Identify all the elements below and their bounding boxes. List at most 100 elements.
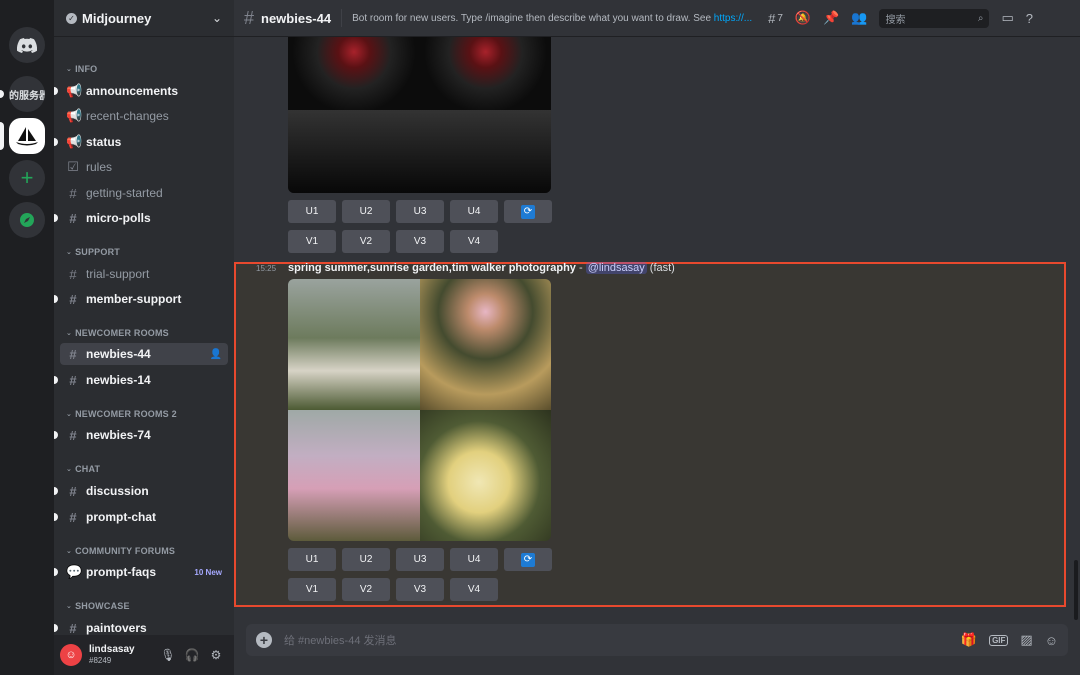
category-info[interactable]: ⌄ INFO: [66, 64, 97, 74]
category-community-forums[interactable]: ⌄ COMMUNITY FORUMS: [66, 546, 175, 556]
scrollbar[interactable]: [1074, 560, 1078, 620]
variation-button[interactable]: V1: [288, 230, 336, 253]
category-label: CHAT: [75, 464, 101, 474]
prompt-text: spring summer,sunrise garden,tim walker …: [288, 262, 576, 274]
message-timestamp: 15:25: [256, 264, 277, 273]
new-posts-badge: 10 New: [194, 567, 222, 577]
upscale-button[interactable]: U2: [342, 548, 390, 571]
gif-icon[interactable]: GIF: [989, 634, 1009, 646]
channel-sidebar: ✓ Midjourney ⌄ ⌄ INFO 📢 announcements 📢 rec…: [54, 0, 234, 675]
category-newcomer-rooms-2[interactable]: ⌄ NEWCOMER ROOMS 2: [66, 409, 177, 419]
channel-prompt-chat[interactable]: # prompt-chat: [54, 506, 228, 528]
channel-label: micro-polls: [86, 211, 151, 225]
variation-button[interactable]: V4: [450, 578, 498, 601]
inbox-icon[interactable]: ▭: [1001, 10, 1013, 26]
forum-icon: 💬: [66, 564, 83, 579]
image-cell: [288, 279, 420, 410]
generation-mode: (fast): [646, 262, 675, 274]
image-cell: [419, 110, 551, 193]
channel-title: newbies-44: [261, 10, 332, 26]
channel-announcements[interactable]: 📢 announcements: [54, 80, 228, 102]
category-showcase[interactable]: ⌄ SHOWCASE: [66, 601, 130, 611]
server-name: Midjourney: [82, 10, 152, 26]
help-icon[interactable]: ?: [1026, 11, 1033, 26]
channel-prompt-faqs[interactable]: 💬 prompt-faqs 10 New: [54, 561, 228, 583]
image-cell: [288, 110, 420, 193]
hash-icon: #: [69, 266, 77, 282]
variation-button-row: V1 V2 V3 V4: [288, 578, 504, 601]
add-member-icon[interactable]: 👤: [210, 349, 222, 360]
explore-compass-icon[interactable]: [9, 202, 45, 238]
threads-hash-icon: #: [244, 7, 255, 28]
upscale-button[interactable]: U1: [288, 548, 336, 571]
sticker-icon[interactable]: ▨: [1020, 632, 1032, 648]
variation-button[interactable]: V2: [342, 230, 390, 253]
channel-trial-support[interactable]: # trial-support: [60, 263, 228, 285]
search-input[interactable]: 搜索 ⌕: [879, 8, 990, 28]
channel-rules[interactable]: ☑ rules: [60, 156, 228, 178]
channel-newbies-44[interactable]: # newbies-44 👤: [60, 343, 228, 365]
reroll-button[interactable]: ⟳: [504, 200, 552, 223]
user-info[interactable]: lindsasay #8249: [89, 644, 156, 666]
channel-getting-started[interactable]: # getting-started: [60, 182, 228, 204]
reroll-button[interactable]: ⟳: [504, 548, 552, 571]
variation-button[interactable]: V3: [396, 230, 444, 253]
channel-micro-polls[interactable]: # micro-polls: [54, 207, 228, 229]
unread-indicator: [54, 431, 58, 439]
verified-icon: ✓: [66, 12, 77, 24]
upscale-button[interactable]: U3: [396, 200, 444, 223]
threads-hash-icon: #: [69, 509, 77, 525]
generated-image-grid[interactable]: [288, 37, 551, 193]
server-rail: 的服务器 +: [0, 0, 54, 675]
upscale-button[interactable]: U3: [396, 548, 444, 571]
channel-label: recent-changes: [86, 109, 169, 123]
generated-image-grid[interactable]: [288, 279, 551, 541]
channel-topic[interactable]: Bot room for new users. Type /imagine th…: [352, 13, 756, 24]
message-composer[interactable]: + 给 #newbies-44 发消息 🎁 GIF ▨ ☺: [246, 624, 1068, 656]
upscale-button[interactable]: U4: [450, 200, 498, 223]
midjourney-server-icon[interactable]: [9, 118, 45, 154]
channel-recent-changes[interactable]: 📢 recent-changes: [60, 105, 228, 127]
variation-button[interactable]: V4: [450, 230, 498, 253]
variation-button[interactable]: V3: [396, 578, 444, 601]
topic-link[interactable]: https://...: [714, 13, 752, 24]
upscale-button[interactable]: U4: [450, 548, 498, 571]
discord-home-icon[interactable]: [9, 27, 45, 63]
upscale-button[interactable]: U1: [288, 200, 336, 223]
channel-newbies-14[interactable]: # newbies-14: [54, 369, 228, 391]
category-chat[interactable]: ⌄ CHAT: [66, 464, 100, 474]
mute-mic-icon[interactable]: 🎙: [156, 648, 180, 662]
avatar[interactable]: ☺: [60, 644, 82, 666]
category-newcomer-rooms[interactable]: ⌄ NEWCOMER ROOMS: [66, 328, 169, 338]
user-mention[interactable]: @lindsasay: [585, 262, 647, 274]
server-header[interactable]: ✓ Midjourney ⌄: [54, 0, 234, 37]
image-cell: [288, 37, 420, 110]
category-label: NEWCOMER ROOMS 2: [75, 409, 177, 419]
user-panel: ☺ lindsasay #8249 🎙 🎧 ⚙: [54, 635, 234, 675]
threads-icon[interactable]: #7: [768, 11, 783, 26]
members-icon[interactable]: 👥: [851, 10, 867, 26]
megaphone-icon: 📢: [66, 134, 83, 149]
category-support[interactable]: ⌄ SUPPORT: [66, 247, 120, 257]
gift-icon[interactable]: 🎁: [961, 632, 977, 648]
channel-label: discussion: [86, 484, 149, 498]
channel-label: paintovers: [86, 621, 147, 635]
headphones-icon[interactable]: 🎧: [180, 648, 204, 662]
add-server-icon[interactable]: +: [9, 160, 45, 196]
channel-discussion[interactable]: # discussion: [54, 480, 228, 502]
variation-button[interactable]: V2: [342, 578, 390, 601]
add-attachment-icon[interactable]: +: [256, 632, 272, 648]
variation-button[interactable]: V1: [288, 578, 336, 601]
channel-member-support[interactable]: # member-support: [54, 288, 228, 310]
pin-icon[interactable]: 📌: [823, 10, 839, 26]
channel-status[interactable]: 📢 status: [54, 131, 228, 153]
topic-text: Bot room for new users. Type /imagine th…: [352, 12, 714, 24]
unread-indicator: [54, 214, 58, 222]
image-cell: [419, 410, 551, 541]
channel-newbies-74[interactable]: # newbies-74: [54, 424, 228, 446]
server-icon-cn[interactable]: 的服务器: [9, 76, 45, 112]
upscale-button[interactable]: U2: [342, 200, 390, 223]
emoji-icon[interactable]: ☺: [1045, 633, 1058, 648]
gear-icon[interactable]: ⚙: [204, 648, 228, 662]
notification-muted-icon[interactable]: 🔕: [795, 10, 811, 26]
